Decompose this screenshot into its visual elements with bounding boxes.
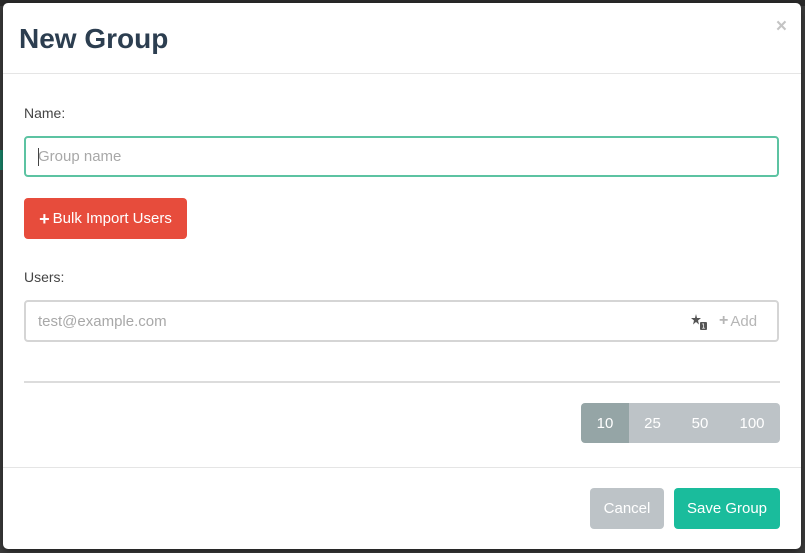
group-name-input[interactable] <box>24 136 779 177</box>
text-cursor <box>38 148 39 166</box>
plus-icon: + <box>39 208 50 229</box>
users-input-group: 1 + Add <box>24 300 779 342</box>
modal-title: New Group <box>19 23 169 54</box>
section-divider <box>24 381 780 383</box>
cancel-button[interactable]: Cancel <box>590 488 664 529</box>
close-icon[interactable]: × <box>776 17 787 37</box>
page-size-50-button[interactable]: 50 <box>676 403 724 443</box>
plus-icon: + <box>719 312 729 329</box>
page-size-selector: 10 25 50 100 <box>581 403 780 443</box>
add-label: Add <box>730 312 758 330</box>
save-group-button[interactable]: Save Group <box>674 488 780 529</box>
bulk-import-label: Bulk Import Users <box>52 210 172 227</box>
user-plus-icon[interactable]: 1 <box>690 313 708 331</box>
page-size-25-button[interactable]: 25 <box>629 403 676 443</box>
add-user-button[interactable]: + Add <box>719 311 757 331</box>
user-email-input[interactable] <box>26 302 666 340</box>
page-size-10-button[interactable]: 10 <box>581 403 629 443</box>
users-label: Users: <box>24 269 65 285</box>
bulk-import-users-button[interactable]: + Bulk Import Users <box>24 198 187 239</box>
page-size-100-button[interactable]: 100 <box>724 403 780 443</box>
svg-text:1: 1 <box>701 323 705 331</box>
name-label: Name: <box>24 105 66 121</box>
modal-header: New Group × <box>3 3 801 74</box>
new-group-modal: New Group × Name: + Bulk Import Users Us… <box>3 3 801 549</box>
